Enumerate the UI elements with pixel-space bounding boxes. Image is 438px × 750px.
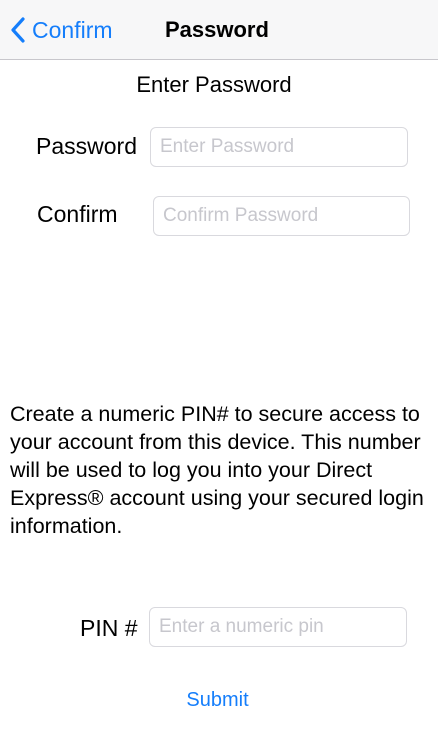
pin-label: PIN #: [80, 615, 138, 641]
navigation-bar: Confirm Password: [0, 0, 438, 60]
submit-button[interactable]: Submit: [0, 686, 435, 714]
password-field[interactable]: [150, 127, 408, 167]
back-button-label: Confirm: [32, 17, 113, 43]
chevron-left-icon: [11, 17, 25, 43]
confirm-password-field[interactable]: [153, 196, 410, 236]
page-title: Password: [165, 17, 269, 42]
pin-instructions: Create a numeric PIN# to secure access t…: [10, 402, 424, 538]
form-heading: Enter Password: [136, 72, 292, 97]
confirm-label: Confirm: [37, 201, 118, 227]
password-label: Password: [36, 133, 137, 159]
back-button[interactable]: Confirm: [10, 14, 113, 46]
pin-field[interactable]: [149, 607, 407, 647]
